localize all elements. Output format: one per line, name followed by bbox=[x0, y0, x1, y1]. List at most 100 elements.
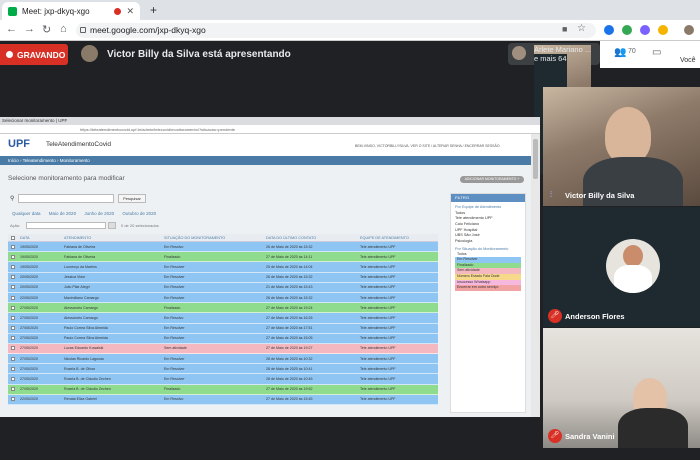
back-icon[interactable]: ← bbox=[6, 23, 17, 35]
people-icon[interactable]: 👥 bbox=[614, 47, 626, 58]
cell-date[interactable]: 19/05/2020 bbox=[20, 265, 64, 269]
table-row[interactable]: 27/05/2020 Alessandro Camargo Finalizado 27… bbox=[8, 303, 438, 314]
cell-team: Tele atendimento UPF bbox=[360, 285, 396, 290]
star-icon[interactable]: ☆ bbox=[577, 23, 586, 34]
extension-icon[interactable] bbox=[658, 25, 668, 35]
cell-date[interactable]: 27/05/2020 bbox=[20, 336, 64, 340]
url-text: meet.google.com/jxp-dkyq-xgo bbox=[90, 25, 206, 35]
cell-date[interactable]: 27/05/2020 bbox=[20, 346, 64, 350]
row-checkbox[interactable] bbox=[8, 387, 20, 392]
reload-icon[interactable]: ↻ bbox=[42, 23, 51, 36]
column-header[interactable]: EQUIPE DE ATENDIMENTO bbox=[360, 236, 438, 240]
cell-date[interactable]: 22/05/2020 bbox=[20, 397, 64, 401]
action-go-button[interactable] bbox=[108, 222, 116, 229]
new-tab-icon[interactable]: + bbox=[150, 3, 157, 17]
add-monitoring-button[interactable]: ADICIONAR MONITORAMENTO + bbox=[460, 176, 524, 183]
extension-icon[interactable] bbox=[640, 25, 650, 35]
row-checkbox[interactable] bbox=[8, 264, 20, 269]
table-row[interactable]: 19/05/2020 Fabiana de Oliveira Finalizado 2… bbox=[8, 252, 438, 263]
date-filter-link[interactable]: Maio de 2020 bbox=[49, 211, 76, 216]
extension-icon[interactable] bbox=[604, 25, 614, 35]
table-row[interactable]: 19/05/2020 Lourenço da Martins Em Resolver… bbox=[8, 262, 438, 273]
date-filter-link[interactable]: Outubro de 2020 bbox=[122, 211, 156, 216]
table-row[interactable]: 20/05/2020 Julio Pilar Alegri Em Resolver 2… bbox=[8, 282, 438, 293]
extension-icon[interactable] bbox=[622, 25, 632, 35]
forward-icon[interactable]: → bbox=[24, 23, 35, 35]
cell-last: 27 de Maio de 2020 às 15:05 bbox=[266, 336, 313, 341]
cell-date[interactable]: 27/05/2020 bbox=[20, 367, 64, 371]
cell-date[interactable]: 27/05/2020 bbox=[20, 316, 64, 320]
cell-date[interactable]: 19/05/2020 bbox=[20, 255, 64, 259]
table-row[interactable]: 27/05/2020 Rosela B. de Olivar Em Resolver… bbox=[8, 364, 438, 375]
table-row[interactable]: 22/05/2020 Maximiliano Camargo Em Resolver… bbox=[8, 292, 438, 304]
row-checkbox[interactable] bbox=[8, 356, 20, 361]
action-label: Ação: bbox=[10, 223, 21, 228]
column-header[interactable]: ATENDIMENTO bbox=[64, 236, 164, 240]
home-icon[interactable]: ⌂ bbox=[60, 23, 67, 35]
row-checkbox[interactable] bbox=[8, 326, 20, 331]
filter-sidebar: FILTRO Por Equipe de Atendimento Todos Te… bbox=[450, 193, 526, 413]
upf-logo: UPF bbox=[8, 138, 30, 150]
cell-date[interactable]: 27/05/2020 bbox=[20, 306, 64, 310]
browser-tab[interactable]: Meet: jxp-dkyq-xgo ✕ bbox=[2, 2, 140, 20]
date-filter-link[interactable]: Junho de 2020 bbox=[84, 211, 114, 216]
video-tile-presenter[interactable]: ⫶ Victor Billy da Silva bbox=[543, 87, 700, 206]
search-button[interactable]: Pesquisar bbox=[118, 194, 146, 203]
cell-date[interactable]: 27/05/2020 bbox=[20, 387, 64, 391]
table-row[interactable]: 19/05/2020 Fabiana de Oliveira Em Resolvo 2… bbox=[8, 242, 438, 253]
column-header[interactable]: DATA bbox=[20, 236, 64, 240]
column-header[interactable]: DATA DO ÚLTIMO CONTATO bbox=[266, 236, 360, 240]
shared-scroll-thumb[interactable] bbox=[533, 139, 538, 179]
row-checkbox[interactable] bbox=[8, 315, 20, 320]
table-row[interactable]: 27/05/2020 Paulo Correa Silva Almeida Em R… bbox=[8, 323, 438, 334]
recording-button[interactable]: GRAVANDO bbox=[0, 44, 68, 65]
row-checkbox[interactable] bbox=[8, 346, 20, 351]
cell-date[interactable]: 27/05/2020 bbox=[20, 377, 64, 381]
cell-date[interactable]: 27/05/2020 bbox=[20, 357, 64, 361]
cell-last: 27 de Maio de 2020 às 15:45 bbox=[266, 397, 313, 402]
row-checkbox[interactable] bbox=[8, 397, 20, 402]
row-checkbox[interactable] bbox=[8, 244, 20, 249]
table-row[interactable]: 27/05/2020 Rosela B. de Cláudio Zechen Fin… bbox=[8, 384, 438, 395]
cell-status: Em Resolver bbox=[164, 275, 185, 280]
select-all-checkbox[interactable] bbox=[8, 235, 20, 240]
table-row[interactable]: 20/05/2020 Jessica Vidor Em Resolver 26 de … bbox=[8, 272, 438, 283]
cell-date[interactable]: 22/05/2020 bbox=[20, 296, 64, 300]
column-header[interactable]: SITUAÇÃO DO MONITORAMENTO bbox=[164, 236, 266, 240]
row-checkbox[interactable] bbox=[8, 305, 20, 310]
table-row[interactable]: 27/05/2020 Paulo Correa Silva Almeida Em R… bbox=[8, 333, 438, 344]
record-dot-icon bbox=[6, 51, 13, 58]
cell-date[interactable]: 19/05/2020 bbox=[20, 245, 64, 249]
row-checkbox[interactable] bbox=[8, 366, 20, 371]
cell-status: Em Resolver bbox=[164, 326, 185, 331]
row-checkbox[interactable] bbox=[8, 377, 20, 382]
table-row[interactable]: 22/05/2020 Renata Eliza Gabriel Em Resolvo… bbox=[8, 394, 438, 405]
row-checkbox[interactable] bbox=[8, 336, 20, 341]
action-select[interactable] bbox=[26, 222, 106, 229]
cell-status: Em Resolver bbox=[164, 264, 185, 269]
row-checkbox[interactable] bbox=[8, 275, 20, 280]
user-info: BEM-VINDO, VICTORBILLYSILVA. VER O SITE … bbox=[355, 144, 500, 148]
cell-name: Rosela B. de Cláudio Zechen bbox=[64, 377, 111, 382]
cell-team: Tele atendimento UPF bbox=[360, 387, 396, 392]
date-filter-link[interactable]: Qualquer data bbox=[12, 211, 41, 216]
close-tab-icon[interactable]: ✕ bbox=[126, 6, 134, 17]
search-input[interactable] bbox=[18, 194, 114, 203]
cell-date[interactable]: 20/05/2020 bbox=[20, 285, 64, 289]
cell-date[interactable]: 27/05/2020 bbox=[20, 326, 64, 330]
status-filter-option[interactable]: Encerrar em outro serviço bbox=[455, 285, 521, 291]
table-row[interactable]: 27/05/2020 Rosela B. de Cláudio Zechen Em … bbox=[8, 374, 438, 385]
row-checkbox[interactable] bbox=[8, 285, 20, 290]
participants-chip[interactable]: Arlete Mariano ... e mais 64 bbox=[508, 43, 600, 174]
url-field[interactable]: meet.google.com/jxp-dkyq-xgo bbox=[76, 23, 596, 38]
video-tile-participant[interactable]: 🎤︎ Sandra Vanini bbox=[543, 328, 700, 448]
row-checkbox[interactable] bbox=[8, 254, 20, 259]
chat-icon[interactable]: ▭ bbox=[652, 47, 661, 58]
profile-avatar[interactable] bbox=[684, 25, 694, 35]
table-row[interactable]: 27/05/2020 Nicolas Ricardo Lagunas Em Reso… bbox=[8, 354, 438, 365]
camera-icon[interactable]: ■ bbox=[562, 24, 567, 34]
table-row[interactable]: 27/05/2020 Alessandro Camargo Em Resolvo 27… bbox=[8, 313, 438, 324]
table-row[interactable]: 27/05/2020 Lucas Eduardo Kowalski Sem ativ… bbox=[8, 343, 438, 355]
cell-date[interactable]: 20/05/2020 bbox=[20, 275, 64, 279]
row-checkbox[interactable] bbox=[8, 295, 20, 300]
